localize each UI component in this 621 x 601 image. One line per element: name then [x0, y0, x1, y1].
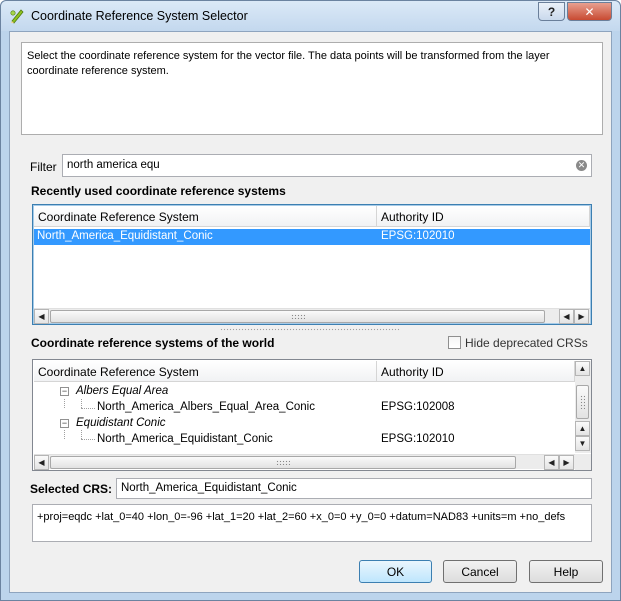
recent-table-row[interactable]: North_America_Equidistant_Conic EPSG:102…	[34, 229, 590, 245]
scroll-left-arrow-icon[interactable]: ◀	[34, 309, 49, 324]
title-help-button[interactable]: ?	[538, 2, 565, 21]
world-hscrollbar[interactable]: ◀ ◀ ▶	[34, 454, 575, 470]
scroll-up-arrow-icon[interactable]: ▲	[575, 361, 590, 376]
tree-group-row[interactable]: − Albers Equal Area	[34, 384, 575, 400]
title-bar[interactable]: Coordinate Reference System Selector ? ✕	[1, 1, 620, 31]
filter-value: north america equ	[67, 159, 160, 171]
recent-col-crs[interactable]: Coordinate Reference System	[34, 206, 377, 227]
tree-group-row[interactable]: − Equidistant Conic	[34, 416, 575, 432]
tree-item-crs-name: North_America_Albers_Equal_Area_Conic	[97, 401, 315, 413]
scroll-left-arrow-icon[interactable]: ◀	[34, 455, 49, 470]
scroll-left-arrow-icon[interactable]: ◀	[544, 455, 559, 470]
scroll-corner	[575, 454, 591, 470]
ok-button[interactable]: OK	[359, 560, 432, 583]
proj-string-box[interactable]: +proj=eqdc +lat_0=40 +lon_0=-96 +lat_1=2…	[32, 504, 592, 542]
dialog-client: Select the coordinate reference system f…	[9, 31, 612, 593]
recent-row-authority-id: EPSG:102010	[381, 230, 455, 242]
recent-crs-table[interactable]: Coordinate Reference System Authority ID…	[32, 204, 592, 325]
splitter-handle[interactable]	[220, 328, 400, 331]
recent-col-authority[interactable]: Authority ID	[377, 206, 590, 227]
world-vscrollbar[interactable]: ▲ ▲ ▼	[575, 361, 591, 453]
hide-deprecated-label[interactable]: Hide deprecated CRSs	[465, 336, 588, 350]
tree-group-label: Albers Equal Area	[76, 385, 169, 397]
tree-item-row[interactable]: North_America_Albers_Equal_Area_Conic EP…	[34, 400, 575, 416]
hide-deprecated-checkbox[interactable]	[448, 336, 461, 349]
filter-label: Filter	[30, 160, 57, 174]
recent-hscroll-thumb[interactable]	[50, 310, 545, 323]
description-box: Select the coordinate reference system f…	[21, 42, 603, 135]
world-heading: Coordinate reference systems of the worl…	[31, 336, 275, 350]
selected-crs-value: North_America_Equidistant_Conic	[121, 482, 297, 494]
recent-heading: Recently used coordinate reference syste…	[31, 184, 286, 198]
world-vscroll-thumb[interactable]	[576, 385, 589, 419]
filter-input[interactable]: north america equ ✕	[62, 154, 592, 177]
scroll-right-arrow-icon[interactable]: ▶	[574, 309, 589, 324]
minus-box-icon[interactable]: −	[60, 387, 69, 396]
description-text: Select the coordinate reference system f…	[27, 50, 550, 77]
recent-row-crs-name: North_America_Equidistant_Conic	[37, 230, 213, 242]
tree-item-crs-name: North_America_Equidistant_Conic	[97, 433, 273, 445]
tree-item-authority-id: EPSG:102010	[381, 433, 455, 445]
qgis-pencil-icon	[10, 9, 24, 24]
recent-hscrollbar[interactable]: ◀ ◀ ▶	[34, 308, 590, 324]
dialog-window: Coordinate Reference System Selector ? ✕…	[0, 0, 621, 601]
title-close-button[interactable]: ✕	[567, 2, 612, 21]
scroll-up-arrow-icon[interactable]: ▲	[575, 421, 590, 436]
minus-box-icon[interactable]: −	[60, 419, 69, 428]
tree-item-row[interactable]: North_America_Equidistant_Conic EPSG:102…	[34, 432, 575, 448]
selected-crs-field[interactable]: North_America_Equidistant_Conic	[116, 478, 592, 499]
world-col-crs[interactable]: Coordinate Reference System	[34, 361, 377, 382]
help-button[interactable]: Help	[529, 560, 603, 583]
cancel-button[interactable]: Cancel	[443, 560, 517, 583]
world-col-authority[interactable]: Authority ID	[377, 361, 575, 382]
scroll-left-arrow-icon[interactable]: ◀	[559, 309, 574, 324]
scroll-down-arrow-icon[interactable]: ▼	[575, 436, 590, 451]
clear-x-icon[interactable]: ✕	[576, 160, 587, 171]
tree-group-label: Equidistant Conic	[76, 417, 166, 429]
window-title: Coordinate Reference System Selector	[31, 9, 248, 23]
proj-string-text: +proj=eqdc +lat_0=40 +lon_0=-96 +lat_1=2…	[37, 511, 566, 523]
scroll-right-arrow-icon[interactable]: ▶	[559, 455, 574, 470]
tree-item-authority-id: EPSG:102008	[381, 401, 455, 413]
world-hscroll-thumb[interactable]	[50, 456, 516, 469]
selected-crs-label: Selected CRS:	[30, 482, 113, 496]
world-crs-tree[interactable]: Coordinate Reference System Authority ID…	[32, 359, 592, 471]
